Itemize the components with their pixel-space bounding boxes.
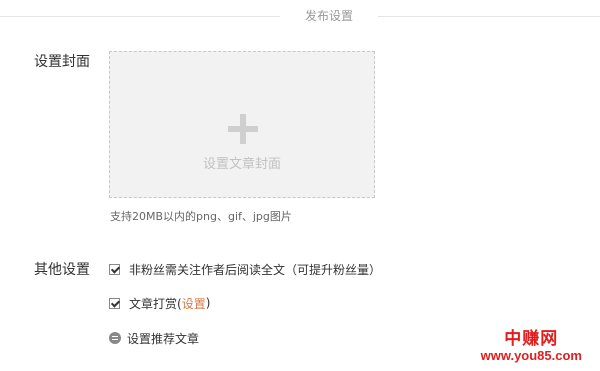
- reward-option[interactable]: 文章打赏(设置): [109, 294, 210, 312]
- divider-left: [0, 16, 280, 17]
- watermark-sub: www.you85.com: [480, 348, 582, 363]
- cover-hint: 支持20MB以内的png、gif、jpg图片: [110, 210, 292, 223]
- follow-to-read-option[interactable]: 非粉丝需关注作者后阅读全文（可提升粉丝量）: [109, 260, 381, 278]
- divider-right: [378, 16, 600, 17]
- watermark: 中赚网 www.you85.com: [481, 330, 582, 362]
- cover-label: 设置封面: [34, 54, 90, 70]
- plus-icon: [228, 114, 258, 144]
- cover-upload-area[interactable]: 设置文章封面: [109, 51, 375, 198]
- reward-label-prefix: 文章打赏(: [129, 296, 182, 311]
- follow-to-read-checkbox[interactable]: [109, 263, 120, 275]
- reward-settings-link[interactable]: 设置: [182, 295, 206, 312]
- follow-to-read-label: 非粉丝需关注作者后阅读全文（可提升粉丝量）: [129, 262, 382, 277]
- cover-upload-label: 设置文章封面: [202, 157, 281, 172]
- reward-label-suffix: ): [205, 296, 211, 310]
- recommend-articles-option[interactable]: 设置推荐文章: [109, 329, 199, 347]
- watermark-main: 中赚网: [504, 329, 559, 348]
- section-header: 发布设置: [0, 0, 600, 32]
- section-title: 发布设置: [304, 9, 353, 23]
- recommend-icon: [109, 332, 121, 344]
- other-settings-label: 其他设置: [34, 262, 90, 278]
- recommend-articles-label: 设置推荐文章: [127, 331, 200, 346]
- reward-checkbox[interactable]: [109, 297, 120, 309]
